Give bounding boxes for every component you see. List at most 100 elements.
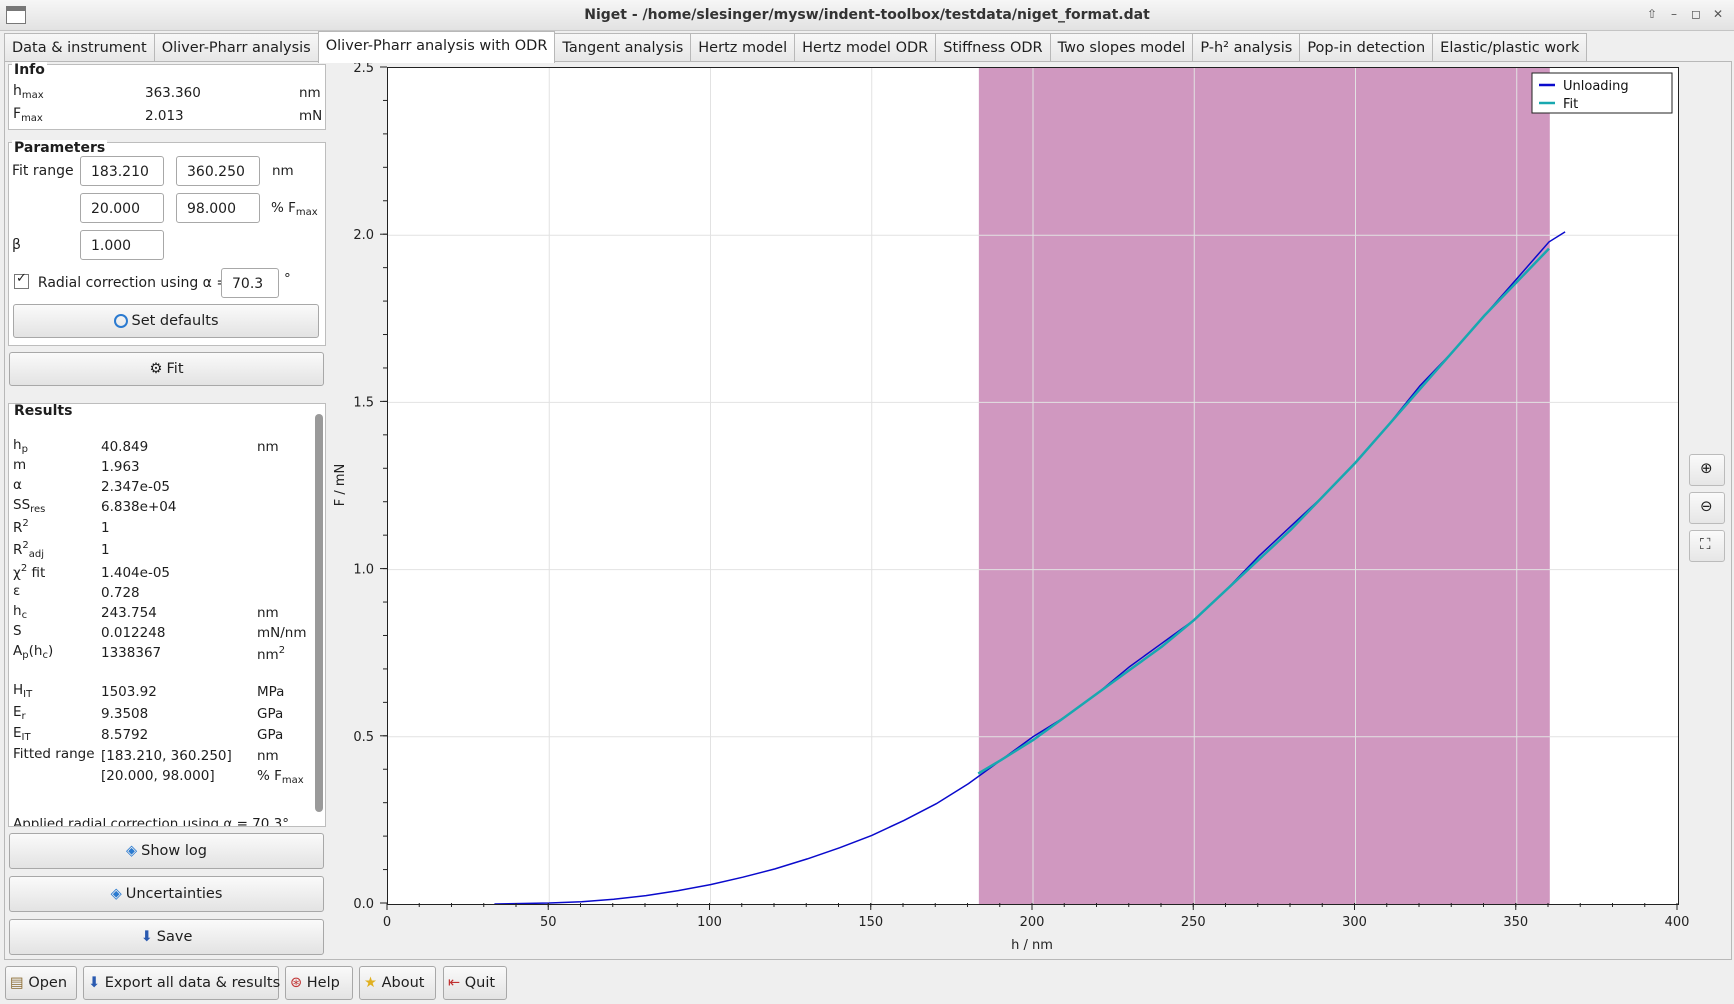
parameters-group: Parameters Fit range 183.210 360.250 nm … — [8, 140, 326, 346]
result-label: R2adj — [13, 540, 45, 560]
zoom-in-button[interactable]: ⊕ — [1689, 454, 1725, 486]
result-value: 1 — [101, 520, 110, 536]
zoom-fit-button[interactable]: ⛶ — [1689, 530, 1725, 562]
result-label: EIT — [13, 725, 31, 743]
folder-icon: ▤ — [10, 975, 24, 991]
show-log-button[interactable]: ◈ Show log — [9, 833, 324, 869]
result-value: 1.963 — [101, 459, 140, 475]
tab-two-slopes-model[interactable]: Two slopes model — [1049, 33, 1194, 62]
tab-stiffness-odr[interactable]: Stiffness ODR — [935, 33, 1051, 62]
exit-icon: ⇤ — [448, 975, 461, 991]
info-title: Info — [12, 62, 47, 78]
tab-oliver-pharr-analysis[interactable]: Oliver-Pharr analysis — [153, 33, 319, 62]
fmax-unit: mN — [299, 108, 323, 124]
close-icon[interactable]: ✕ — [1709, 6, 1727, 22]
tab-pop-in-detection[interactable]: Pop-in detection — [1299, 33, 1434, 62]
result-label: hp — [13, 437, 28, 455]
maximize-icon[interactable]: ◻ — [1687, 6, 1705, 22]
export-icon: ⬇ — [88, 975, 101, 991]
save-button[interactable]: ⬇ Save — [9, 919, 324, 955]
save-icon: ⬇ — [140, 929, 153, 945]
result-label: R2 — [13, 518, 29, 536]
info-group: Info hmax 363.360 nm Fmax 2.013 mN — [8, 62, 326, 130]
diamond-icon: ◈ — [110, 886, 122, 902]
help-button[interactable]: ⊛ Help — [285, 966, 353, 1000]
tab-bar: Data & instrument Oliver-Pharr analysis Ol… — [4, 31, 1588, 63]
zoom-out-icon: ⊖ — [1700, 497, 1713, 515]
beta-input[interactable]: 1.000 — [80, 230, 164, 260]
result-unit: GPa — [257, 727, 284, 743]
result-value: 1503.92 — [101, 684, 157, 700]
result-label: Fitted range — [13, 746, 95, 762]
zoom-fit-icon: ⛶ — [1700, 535, 1711, 553]
result-value: 1338367 — [101, 645, 162, 661]
zoom-out-button[interactable]: ⊖ — [1689, 492, 1725, 524]
legend: Unloading Fit — [1531, 72, 1673, 114]
hmax-value: 363.360 — [145, 85, 201, 101]
range-f-from-input[interactable]: 20.000 — [80, 193, 164, 223]
result-label: HIT — [13, 682, 33, 700]
reset-icon — [113, 314, 128, 328]
fit-button[interactable]: ⚙ Fit — [9, 352, 324, 386]
keep-above-icon[interactable]: ⇧ — [1643, 6, 1661, 22]
result-value: 1.404e-05 — [101, 565, 171, 581]
result-value: 0.728 — [101, 585, 140, 601]
range-f-unit: % Fmax — [271, 200, 318, 218]
tab-hertz-model-odr[interactable]: Hertz model ODR — [794, 33, 937, 62]
uncertainties-button[interactable]: ◈ Uncertainties — [9, 876, 324, 912]
result-unit: nm — [257, 605, 279, 621]
about-button[interactable]: ★ About — [359, 966, 436, 1000]
fmax-value: 2.013 — [145, 108, 184, 124]
set-defaults-button[interactable]: Set defaults — [13, 304, 319, 338]
result-unit: mN/nm — [257, 625, 307, 641]
range-h-to-input[interactable]: 360.250 — [176, 156, 260, 186]
legend-label: Unloading — [1563, 79, 1629, 94]
result-label: Er — [13, 704, 26, 722]
range-f-to-input[interactable]: 98.000 — [176, 193, 260, 223]
result-unit: % Fmax — [257, 768, 304, 786]
result-unit: GPa — [257, 706, 284, 722]
fmax-label: Fmax — [13, 106, 43, 124]
results-scrollbar[interactable] — [315, 414, 323, 812]
export-button[interactable]: ⬇ Export all data & results — [83, 966, 280, 1000]
result-label: ε — [13, 583, 21, 599]
open-button[interactable]: ▤ Open — [5, 966, 77, 1000]
plot-area[interactable]: Unloading Fit — [387, 67, 1679, 905]
radial-correction-checkbox[interactable]: Radial correction using α = — [14, 271, 228, 291]
quit-button[interactable]: ⇤ Quit — [443, 966, 507, 1000]
result-value: 8.5792 — [101, 727, 149, 743]
alpha-input[interactable]: 70.3 — [221, 268, 279, 298]
help-icon: ⊛ — [290, 975, 303, 991]
tab-hertz-model[interactable]: Hertz model — [690, 33, 796, 62]
result-value: 0.012248 — [101, 625, 166, 641]
result-label: m — [13, 457, 27, 473]
result-value: [183.210, 360.250] — [101, 748, 232, 764]
result-value: 2.347e-05 — [101, 479, 171, 495]
result-label: α — [13, 477, 22, 493]
checkbox-checked-icon[interactable] — [14, 271, 29, 289]
tab-data-instrument[interactable]: Data & instrument — [4, 33, 155, 62]
tab-p-h-analysis[interactable]: P-h² analysis — [1192, 33, 1301, 62]
plot-svg: Unloading Fit — [388, 68, 1678, 904]
minimize-icon[interactable]: – — [1665, 6, 1683, 22]
tab-tangent-analysis[interactable]: Tangent analysis — [554, 33, 692, 62]
bottom-toolbar: ▤ Open ⬇ Export all data & results ⊛ Hel… — [0, 962, 1734, 1004]
result-label: Ap(hc) — [13, 643, 54, 661]
result-unit: nm — [257, 748, 279, 764]
result-value: 1 — [101, 542, 110, 558]
legend-label: Fit — [1563, 97, 1578, 112]
range-h-from-input[interactable]: 183.210 — [80, 156, 164, 186]
tab-oliver-pharr-analysis-with-odr[interactable]: Oliver-Pharr analysis with ODR — [317, 31, 556, 63]
beta-label: β — [12, 237, 21, 253]
hmax-label: hmax — [13, 83, 44, 101]
title-bar: Niget - /home/slesinger/mysw/indent-tool… — [0, 0, 1734, 31]
star-icon: ★ — [364, 975, 377, 991]
alpha-unit: ° — [284, 271, 291, 287]
gears-icon: ⚙ — [149, 361, 163, 377]
results-group: Results hp 40.849 nm m 1.963 α 2.347e-05 SSres 6… — [8, 403, 326, 827]
result-value: 9.3508 — [101, 706, 149, 722]
parameters-title: Parameters — [12, 140, 108, 156]
result-value: 6.838e+04 — [101, 499, 177, 515]
range-h-unit: nm — [272, 163, 294, 179]
tab-elastic-plastic-work[interactable]: Elastic/plastic work — [1432, 33, 1588, 62]
